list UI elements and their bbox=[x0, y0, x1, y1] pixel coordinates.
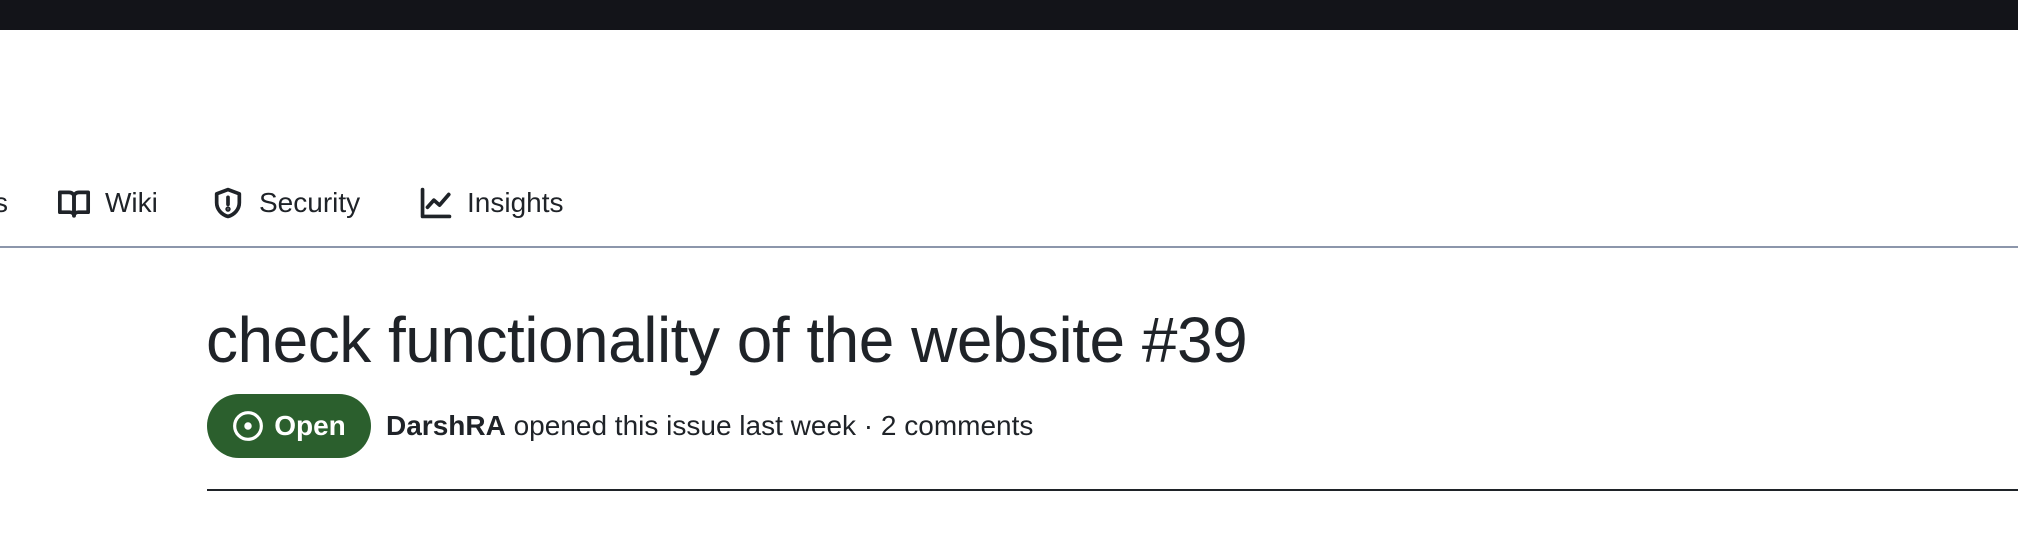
header-divider bbox=[207, 489, 2018, 491]
author-link[interactable]: DarshRA bbox=[386, 410, 506, 441]
issue-opened-icon bbox=[233, 411, 264, 441]
tab-security[interactable]: Security bbox=[211, 184, 360, 222]
status-badge-label: Open bbox=[274, 410, 346, 441]
graph-icon bbox=[419, 186, 453, 220]
issue-title-text: check functionality of the website bbox=[206, 304, 1125, 376]
nav-item-truncated-label[interactable]: s bbox=[0, 184, 8, 222]
issue-number: #39 bbox=[1141, 304, 1248, 376]
shield-icon bbox=[211, 186, 245, 220]
book-icon bbox=[57, 186, 91, 220]
issue-meta: DarshRA opened this issue last week · 2 … bbox=[386, 407, 1033, 445]
tab-wiki[interactable]: Wiki bbox=[57, 184, 158, 222]
tab-insights[interactable]: Insights bbox=[419, 184, 564, 222]
page-title: check functionality of the website #39 bbox=[206, 300, 1248, 380]
tab-security-label: Security bbox=[259, 187, 361, 218]
tab-wiki-label: Wiki bbox=[105, 187, 158, 218]
nav-divider bbox=[0, 246, 2018, 248]
tab-insights-label: Insights bbox=[467, 187, 564, 218]
issue-meta-text: opened this issue last week · 2 comments bbox=[513, 410, 1034, 441]
status-badge: Open bbox=[207, 394, 371, 458]
top-header-bar bbox=[0, 0, 2018, 30]
